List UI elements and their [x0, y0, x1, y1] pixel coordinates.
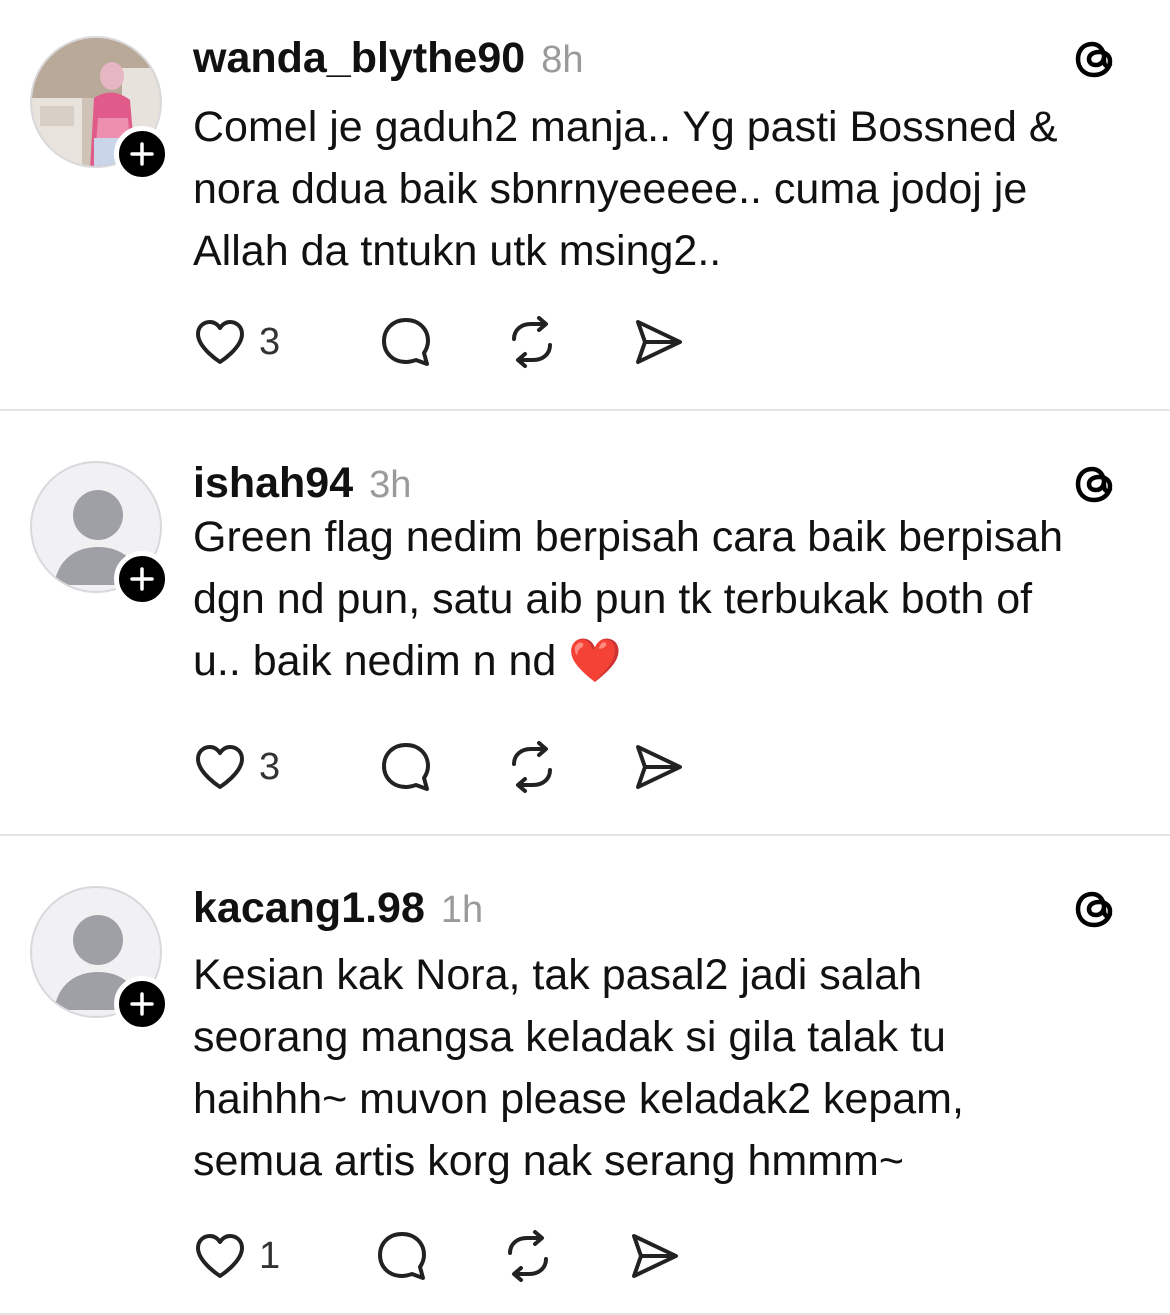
- threads-logo-icon[interactable]: [1070, 459, 1120, 509]
- avatar[interactable]: [30, 886, 170, 1032]
- comment-header: ishah94 3h: [193, 459, 411, 508]
- heart-icon: [196, 1234, 244, 1278]
- heart-icon: [196, 320, 244, 364]
- like-button[interactable]: 3: [193, 314, 319, 370]
- username[interactable]: wanda_blythe90: [193, 34, 525, 83]
- comment-card: wanda_blythe90 8h Comel je gaduh2 manja.…: [0, 0, 1170, 411]
- timestamp: 8h: [541, 39, 584, 81]
- comment-card: kacang1.98 1h Kesian kak Nora, tak pasal…: [0, 836, 1170, 1315]
- timestamp: 3h: [369, 464, 412, 506]
- username[interactable]: ishah94: [193, 459, 353, 508]
- comment-header: kacang1.98 1h: [193, 884, 483, 933]
- comment-header: wanda_blythe90 8h: [193, 34, 583, 83]
- share-icon: [636, 320, 682, 364]
- follow-button[interactable]: [114, 976, 170, 1032]
- reply-button[interactable]: [375, 1228, 429, 1284]
- share-button[interactable]: [631, 314, 685, 370]
- action-bar: 1: [193, 1228, 681, 1284]
- reply-button[interactable]: [379, 314, 433, 370]
- username[interactable]: kacang1.98: [193, 884, 425, 933]
- repost-icon: [508, 1230, 548, 1282]
- like-count: 1: [259, 1234, 281, 1277]
- reply-icon: [382, 318, 430, 366]
- reply-icon: [382, 743, 430, 791]
- threads-logo-icon[interactable]: [1070, 884, 1120, 934]
- repost-icon: [512, 316, 552, 368]
- share-button[interactable]: [631, 739, 685, 795]
- like-button[interactable]: 1: [193, 1228, 315, 1284]
- comment-text: Green flag nedim berpisah cara baik berp…: [193, 513, 1064, 685]
- share-icon: [632, 1234, 678, 1278]
- like-button[interactable]: 3: [193, 739, 319, 795]
- timestamp: 1h: [440, 889, 484, 931]
- avatar[interactable]: [30, 461, 170, 607]
- share-icon: [636, 745, 682, 789]
- follow-button[interactable]: [114, 551, 170, 607]
- reply-button[interactable]: [379, 739, 433, 795]
- repost-button[interactable]: [505, 314, 559, 370]
- heart-icon: [196, 745, 244, 789]
- plus-icon: [130, 142, 154, 166]
- threads-logo-icon[interactable]: [1070, 34, 1120, 84]
- action-bar: 3: [193, 314, 685, 370]
- comment-text: Comel je gaduh2 manja.. Yg pasti Bossned…: [193, 103, 1058, 275]
- action-bar: 3: [193, 739, 685, 795]
- repost-button[interactable]: [505, 739, 559, 795]
- like-count: 3: [259, 320, 281, 363]
- comment-card: ishah94 3h Green flag nedim berpisah car…: [0, 411, 1170, 836]
- follow-button[interactable]: [114, 126, 170, 182]
- plus-icon: [130, 567, 154, 591]
- like-count: 3: [259, 745, 281, 788]
- repost-icon: [512, 741, 552, 793]
- comment-text: Kesian kak Nora, tak pasal2 jadi salah s…: [193, 951, 964, 1185]
- plus-icon: [130, 992, 154, 1016]
- repost-button[interactable]: [501, 1228, 555, 1284]
- avatar[interactable]: [30, 36, 170, 182]
- share-button[interactable]: [627, 1228, 681, 1284]
- reply-icon: [378, 1232, 426, 1280]
